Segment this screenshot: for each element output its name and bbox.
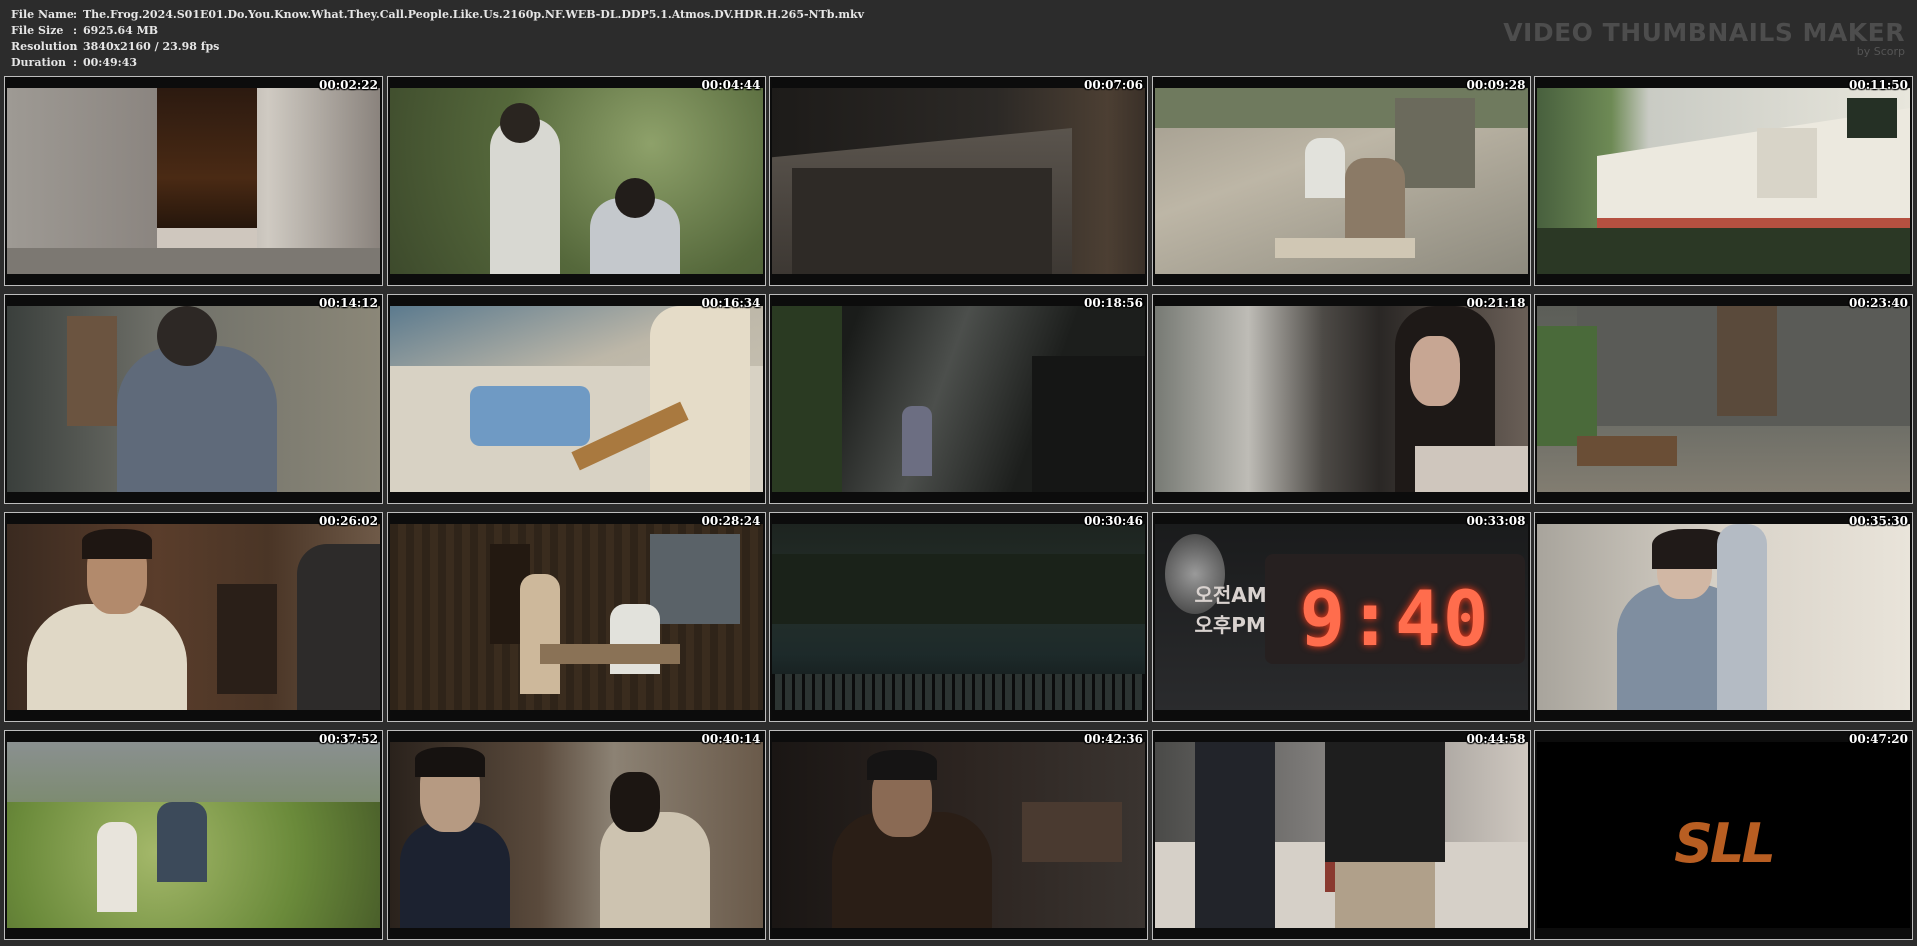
info-key: Resolution — [11, 40, 78, 53]
file-name-value: The.Frog.2024.S01E01.Do.You.Know.What.Th… — [83, 8, 864, 21]
timestamp: 00:14:12 — [319, 296, 378, 310]
thumbnail[interactable]: 00:02:22 — [4, 76, 383, 286]
thumbnail[interactable]: 00:18:56 — [769, 294, 1148, 504]
frame-image — [7, 306, 380, 492]
thumbnail[interactable]: 9:40 오전AM 오후PM 00:33:08 — [1151, 512, 1531, 722]
info-key: File Name — [11, 8, 74, 21]
timestamp: 00:16:34 — [701, 296, 761, 310]
thumbnail[interactable]: 00:28:24 — [386, 512, 766, 722]
timestamp: 00:04:44 — [701, 78, 761, 92]
frame-image — [389, 524, 763, 710]
frame-image — [772, 742, 1145, 928]
brand-subtitle: by Scorp — [1856, 45, 1905, 58]
info-separator: : — [73, 40, 78, 53]
timestamp: 00:37:52 — [319, 732, 378, 746]
frame-image — [7, 742, 380, 928]
timestamp: 00:44:58 — [1466, 732, 1526, 746]
file-size-value: 6925.64 MB — [83, 24, 159, 37]
frame-image — [1537, 88, 1910, 274]
frame-image — [389, 88, 763, 274]
thumbnail[interactable]: 00:40:14 — [386, 730, 766, 940]
file-info-row: Resolution : 3840x2160 / 23.98 fps — [11, 39, 864, 55]
sll-logo: SLL — [1674, 812, 1776, 875]
frame-image — [772, 88, 1145, 274]
frame-image — [772, 306, 1145, 492]
clock-label-pm: 오후PM — [1194, 613, 1266, 637]
thumbnail[interactable]: 00:11:50 — [1534, 76, 1913, 286]
frame-image — [7, 524, 380, 710]
thumbnail[interactable]: 00:09:28 — [1151, 76, 1531, 286]
info-separator: : — [73, 56, 78, 69]
file-info-row: File Name : The.Frog.2024.S01E01.Do.You.… — [11, 7, 864, 23]
frame-image — [1154, 88, 1528, 274]
frame-image: SLL — [1537, 742, 1910, 928]
frame-image — [1537, 306, 1910, 492]
resolution-value: 3840x2160 / 23.98 fps — [83, 40, 220, 53]
timestamp: 00:18:56 — [1084, 296, 1143, 310]
clock-label-am: 오전AM — [1194, 583, 1267, 607]
file-info: File Name : The.Frog.2024.S01E01.Do.You.… — [11, 7, 864, 71]
thumbnail[interactable]: 00:14:12 — [4, 294, 383, 504]
file-info-row: Duration : 00:49:43 — [11, 55, 864, 71]
thumbnail-grid: 00:02:22 00:04:44 00:07:06 00:09:28 00:1… — [4, 76, 1913, 941]
thumbnail[interactable]: 00:23:40 — [1534, 294, 1913, 504]
timestamp: 00:26:02 — [319, 514, 378, 528]
timestamp: 00:11:50 — [1849, 78, 1908, 92]
thumbnail[interactable]: SLL 00:47:20 — [1534, 730, 1913, 940]
frame-image: 9:40 오전AM 오후PM — [1154, 524, 1528, 710]
timestamp: 00:42:36 — [1084, 732, 1143, 746]
thumbnail[interactable]: 00:44:58 — [1151, 730, 1531, 940]
frame-image — [1154, 306, 1528, 492]
timestamp: 00:07:06 — [1084, 78, 1143, 92]
timestamp: 00:09:28 — [1466, 78, 1526, 92]
thumbnail[interactable]: 00:37:52 — [4, 730, 383, 940]
thumbnail[interactable]: 00:16:34 — [386, 294, 766, 504]
timestamp: 00:33:08 — [1466, 514, 1526, 528]
thumbnail-sheet: File Name : The.Frog.2024.S01E01.Do.You.… — [0, 0, 1917, 946]
frame-image — [1537, 524, 1910, 710]
clock-display: 9:40 — [1299, 574, 1491, 663]
frame-image — [389, 742, 763, 928]
timestamp: 00:21:18 — [1466, 296, 1526, 310]
timestamp: 00:35:30 — [1849, 514, 1908, 528]
thumbnail[interactable]: 00:35:30 — [1534, 512, 1913, 722]
info-key: Duration — [11, 56, 67, 69]
thumbnail[interactable]: 00:04:44 — [386, 76, 766, 286]
thumbnail[interactable]: 00:42:36 — [769, 730, 1148, 940]
frame-image — [389, 306, 763, 492]
frame-image — [1154, 742, 1528, 928]
info-key: File Size — [11, 24, 64, 37]
duration-value: 00:49:43 — [83, 56, 138, 69]
thumbnail[interactable]: 00:21:18 — [1151, 294, 1531, 504]
file-info-row: File Size : 6925.64 MB — [11, 23, 864, 39]
thumbnail[interactable]: 00:26:02 — [4, 512, 383, 722]
timestamp: 00:40:14 — [701, 732, 761, 746]
brand-title: VIDEO THUMBNAILS MAKER — [1503, 18, 1905, 47]
timestamp: 00:23:40 — [1849, 296, 1908, 310]
thumbnail[interactable]: 00:07:06 — [769, 76, 1148, 286]
timestamp: 00:47:20 — [1849, 732, 1908, 746]
timestamp: 00:30:46 — [1084, 514, 1143, 528]
brand-watermark: VIDEO THUMBNAILS MAKER by Scorp — [1503, 20, 1905, 58]
info-separator: : — [73, 24, 78, 37]
timestamp: 00:02:22 — [319, 78, 378, 92]
thumbnail[interactable]: 00:30:46 — [769, 512, 1148, 722]
frame-image — [772, 524, 1145, 710]
info-separator: : — [73, 8, 78, 21]
timestamp: 00:28:24 — [701, 514, 761, 528]
frame-image — [7, 88, 380, 274]
